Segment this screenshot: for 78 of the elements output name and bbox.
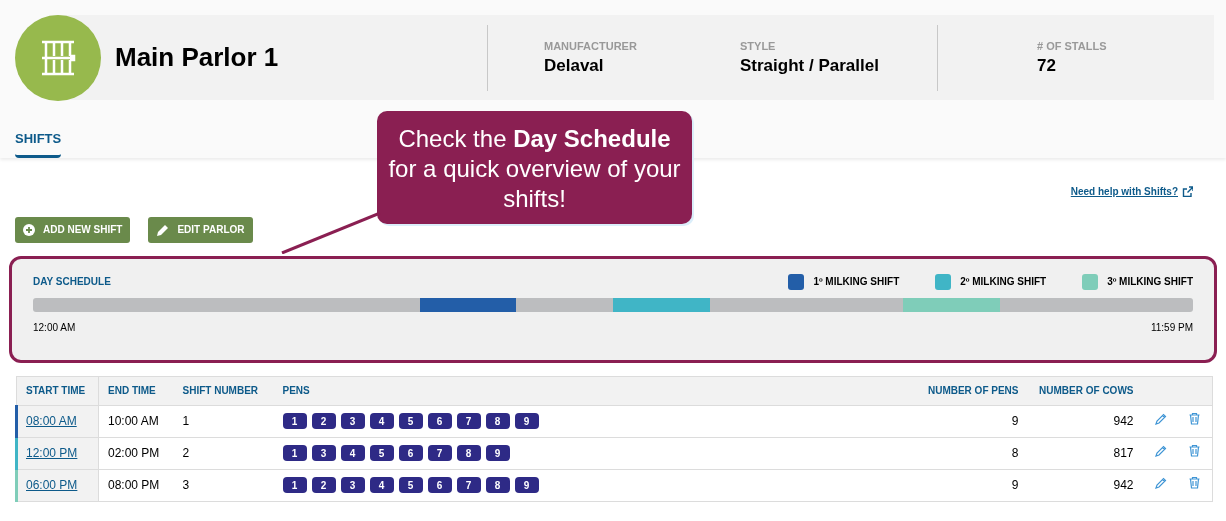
pen-tag: 4 — [340, 445, 365, 461]
legend-label: 3º MILKING SHIFT — [1107, 275, 1193, 289]
detail-label: # OF STALLS — [1037, 39, 1107, 55]
edit-button[interactable] — [1153, 412, 1167, 425]
pen-tag: 6 — [427, 413, 452, 429]
column-header: END TIME — [98, 376, 174, 405]
table-cell: 9 — [917, 469, 1028, 501]
column-header: PENS — [273, 376, 918, 405]
callout-tooltip: Check the Day Schedule for a quick overview of your shifts! — [377, 111, 692, 224]
table-cell: 942 — [1027, 469, 1143, 501]
pen-tag: 7 — [427, 445, 452, 461]
parlor-icon — [40, 39, 76, 76]
detail-label: MANUFACTURER — [544, 39, 638, 55]
pen-tag: 7 — [456, 477, 481, 493]
add-shift-button[interactable]: ADD NEW SHIFT — [15, 216, 131, 243]
pencil-icon — [1153, 444, 1167, 457]
pen-tag: 9 — [514, 413, 539, 429]
column-header: SHIFT NUMBER — [173, 376, 274, 405]
table-cell: 817 — [1027, 437, 1143, 469]
pen-tag: 5 — [369, 445, 394, 461]
column-header: START TIME — [16, 376, 99, 405]
detail-value: Delaval — [544, 54, 605, 77]
table-cell: 1 — [173, 405, 274, 437]
table-cell: 8 — [917, 437, 1028, 469]
legend-label: 1º MILKING SHIFT — [813, 275, 900, 289]
detail-value: 72 — [1037, 54, 1057, 77]
pen-tag: 4 — [369, 477, 394, 493]
pen-tag: 1 — [282, 477, 307, 493]
day-schedule-title: DAY SCHEDULE — [33, 275, 112, 289]
pencil-icon — [156, 223, 170, 236]
pen-tag: 3 — [340, 413, 365, 429]
pen-tag: 6 — [398, 445, 423, 461]
plus-circle-icon — [23, 223, 35, 236]
table-cell: 3 — [173, 469, 274, 501]
delete-button[interactable] — [1188, 444, 1202, 457]
trash-icon — [1188, 444, 1202, 457]
pen-tag: 2 — [311, 477, 336, 493]
pen-tag: 4 — [369, 413, 394, 429]
table-cell: 2 — [173, 437, 274, 469]
column-header: NUMBER OF COWS — [1027, 376, 1143, 405]
pen-tag: 8 — [485, 413, 510, 429]
pen-tag: 1 — [282, 413, 307, 429]
parlor-title: Main Parlor 1 — [115, 41, 280, 74]
timeline-start-label: 12:00 AM — [33, 320, 76, 335]
table-cell: 08:00 PM — [98, 469, 174, 501]
table-cell: 02:00 PM — [98, 437, 174, 469]
pen-tag: 6 — [427, 477, 452, 493]
pencil-icon — [1153, 476, 1167, 489]
edit-parlor-button[interactable]: EDIT PARLOR — [148, 216, 253, 243]
pen-tag: 2 — [311, 413, 336, 429]
delete-button[interactable] — [1188, 476, 1202, 489]
detail-label: STYLE — [740, 39, 777, 55]
shifts-tab[interactable]: SHIFTS — [15, 129, 62, 158]
pen-tag: 5 — [398, 413, 423, 429]
column-header: NUMBER OF PENS — [917, 376, 1028, 405]
pencil-icon — [1153, 412, 1167, 425]
table-cell: 9 — [917, 405, 1028, 437]
pen-tag: 1 — [282, 445, 307, 461]
trash-icon — [1188, 412, 1202, 425]
pen-tag: 9 — [514, 477, 539, 493]
delete-button[interactable] — [1188, 412, 1202, 425]
detail-value: Straight / Parallel — [740, 54, 880, 77]
edit-button[interactable] — [1153, 476, 1167, 489]
pen-tag: 3 — [311, 445, 336, 461]
table-cell: 942 — [1027, 405, 1143, 437]
pen-tag: 3 — [340, 477, 365, 493]
edit-button[interactable] — [1153, 444, 1167, 457]
pen-tag: 5 — [398, 477, 423, 493]
pen-tag: 8 — [456, 445, 481, 461]
external-link-icon — [1182, 186, 1193, 197]
help-link[interactable]: Need help with Shifts? — [1070, 184, 1178, 199]
table-cell: 10:00 AM — [98, 405, 174, 437]
timeline-end-label: 11:59 PM — [1150, 320, 1193, 335]
legend-label: 2º MILKING SHIFT — [960, 275, 1047, 289]
trash-icon — [1188, 476, 1202, 489]
pen-tag: 8 — [485, 477, 510, 493]
pen-tag: 7 — [456, 413, 481, 429]
pen-tag: 9 — [485, 445, 510, 461]
